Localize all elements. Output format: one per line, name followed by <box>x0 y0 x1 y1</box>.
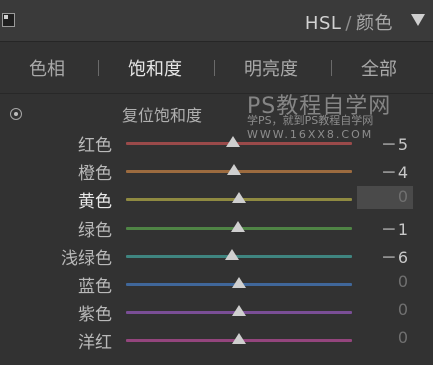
slider-value[interactable]: 0 <box>398 272 409 291</box>
slider-value[interactable]: －5 <box>381 131 409 155</box>
value-field-blue[interactable]: 0 <box>357 271 413 294</box>
value-field-red[interactable]: －5 <box>357 130 413 155</box>
slider-thumb-green[interactable] <box>230 220 245 232</box>
slider-row-green: 绿色 －1 <box>0 215 433 243</box>
tab-all[interactable]: 全部 <box>361 55 397 81</box>
slider-thumb-magenta[interactable] <box>232 333 246 345</box>
value-field-purple[interactable]: 0 <box>357 299 413 322</box>
tab-divider <box>331 60 332 76</box>
slider-label: 橙色 <box>78 164 112 185</box>
slider-label: 浅绿色 <box>61 248 112 269</box>
slider-thumb-yellow[interactable] <box>232 192 246 204</box>
hsl-tabs: 色相 饱和度 明亮度 全部 <box>0 48 433 88</box>
slider-thumb-purple[interactable] <box>232 305 246 317</box>
slider-thumb-aqua[interactable] <box>225 248 240 260</box>
panel-title-main: HSL <box>304 13 342 34</box>
slider-row-aqua: 浅绿色 －6 <box>0 243 433 271</box>
slider-label: 蓝色 <box>78 277 112 297</box>
tab-divider <box>98 60 99 76</box>
collapse-triangle-icon[interactable] <box>411 14 425 26</box>
slider-value[interactable]: －6 <box>381 244 409 268</box>
slider-value[interactable]: 0 <box>398 187 409 206</box>
target-adjustment-icon[interactable] <box>10 108 22 120</box>
slider-row-purple: 紫色 0 <box>0 299 433 327</box>
watermark-tagline: 学PS，就到PS教程自学网 <box>247 114 374 127</box>
reset-saturation-button[interactable]: 复位饱和度 <box>122 102 202 126</box>
panel-title: HSL / 颜色 <box>305 9 393 35</box>
slider-thumb-blue[interactable] <box>232 277 246 288</box>
value-field-aqua[interactable]: －6 <box>357 243 413 268</box>
hsl-panel: HSL / 颜色 色相 饱和度 明亮度 全部 复位饱和度 PS教程自学网 学PS，就… <box>0 0 433 365</box>
slider-label: 黄色 <box>78 192 112 213</box>
slider-label: 洋红 <box>78 333 112 354</box>
slider-label: 红色 <box>78 136 112 156</box>
slider-row-yellow: 黄色 0 <box>0 186 433 214</box>
tab-hue[interactable]: 色相 <box>29 55 65 81</box>
value-field-orange[interactable]: －4 <box>357 158 413 183</box>
slider-row-orange: 橙色 －4 <box>0 158 433 186</box>
slider-label: 紫色 <box>78 305 112 326</box>
slider-row-blue: 蓝色 0 <box>0 271 433 299</box>
slider-value[interactable]: 0 <box>398 300 409 319</box>
panel-header[interactable]: HSL / 颜色 <box>0 0 433 42</box>
tab-saturation[interactable]: 饱和度 <box>128 55 182 81</box>
panel-title-separator: / <box>345 13 352 34</box>
slider-row-red: 红色 －5 <box>0 130 433 158</box>
slider-thumb-orange[interactable] <box>227 164 242 176</box>
panel-toggle-icon[interactable] <box>2 13 15 27</box>
slider-row-magenta: 洋红 0 <box>0 327 433 355</box>
value-field-green[interactable]: －1 <box>357 215 413 240</box>
tab-luminance[interactable]: 明亮度 <box>244 55 298 81</box>
slider-value[interactable]: －4 <box>381 159 409 183</box>
tab-divider <box>214 60 215 76</box>
slider-value[interactable]: 0 <box>398 328 409 347</box>
value-field-magenta[interactable]: 0 <box>357 327 413 350</box>
slider-thumb-red[interactable] <box>226 136 241 147</box>
value-field-yellow[interactable]: 0 <box>357 186 413 210</box>
panel-title-sub[interactable]: 颜色 <box>356 13 393 34</box>
slider-value[interactable]: －1 <box>381 216 409 240</box>
slider-label: 绿色 <box>78 220 112 241</box>
